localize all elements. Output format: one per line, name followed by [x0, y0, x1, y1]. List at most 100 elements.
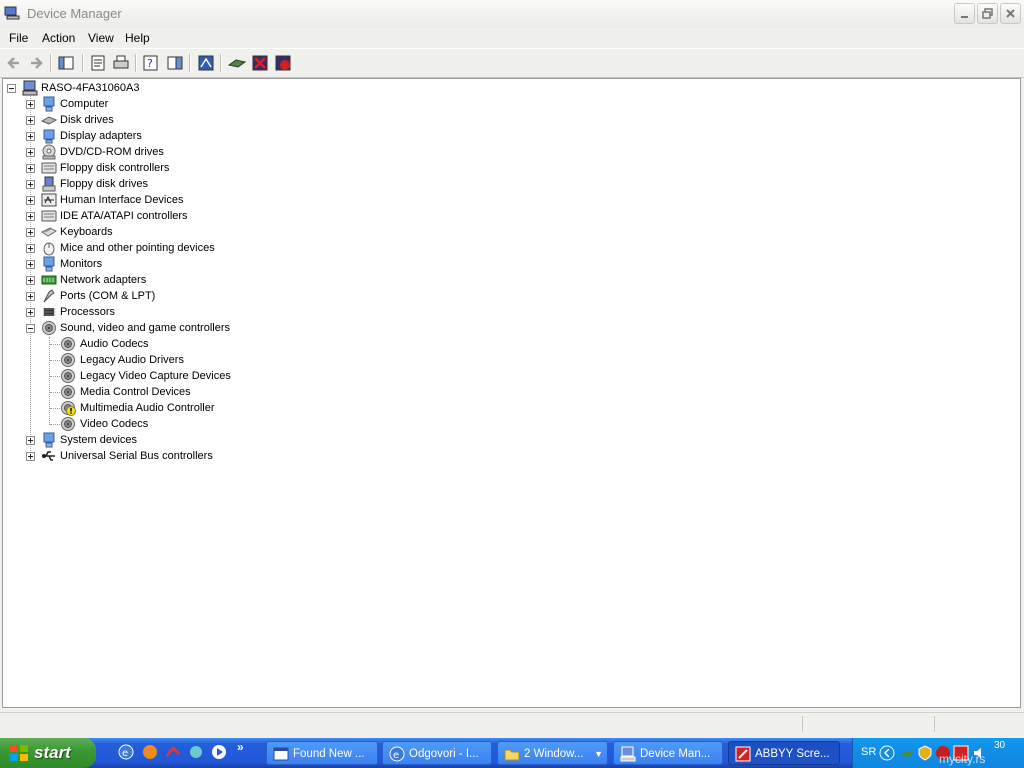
- tree-category[interactable]: Network adapters: [3, 272, 403, 288]
- tree-device[interactable]: Legacy Audio Drivers: [3, 352, 403, 368]
- tree-category[interactable]: Keyboards: [3, 224, 403, 240]
- expand-toggle[interactable]: [26, 292, 35, 301]
- menu-view[interactable]: View: [88, 31, 114, 45]
- expand-toggle[interactable]: [26, 132, 35, 141]
- ie-quicklaunch-icon[interactable]: e: [118, 744, 134, 760]
- task-device-manager[interactable]: Device Man...: [613, 741, 723, 765]
- expand-toggle[interactable]: [26, 116, 35, 125]
- tray-collapse-icon[interactable]: [879, 745, 895, 761]
- display-adapter-icon: [43, 129, 55, 144]
- tree-device[interactable]: Video Codecs: [3, 416, 403, 432]
- update-driver-icon[interactable]: [227, 53, 247, 73]
- expand-toggle[interactable]: [26, 436, 35, 445]
- expand-toggle[interactable]: [26, 244, 35, 253]
- tree-category[interactable]: Disk drives: [3, 112, 403, 128]
- expand-toggle[interactable]: [26, 180, 35, 189]
- tree-device-label: Legacy Audio Drivers: [80, 354, 184, 366]
- expand-toggle[interactable]: [26, 148, 35, 157]
- collapse-root-toggle[interactable]: [7, 84, 16, 93]
- media-quicklaunch-icon[interactable]: [165, 744, 181, 760]
- windows-logo-icon: [10, 745, 28, 761]
- start-label: start: [34, 743, 71, 762]
- expand-toggle[interactable]: [26, 196, 35, 205]
- taskbar: start e » Found New ... e Odgovori - I..…: [0, 738, 1024, 768]
- expand-toggle[interactable]: [26, 100, 35, 109]
- tree-category[interactable]: Universal Serial Bus controllers: [3, 448, 403, 464]
- expand-toggle[interactable]: [26, 276, 35, 285]
- print-icon[interactable]: [111, 53, 131, 73]
- tree-category[interactable]: Computer: [3, 96, 403, 112]
- security-shield-icon[interactable]: [917, 745, 933, 761]
- menu-action[interactable]: Action: [42, 31, 75, 45]
- task-found-new[interactable]: Found New ...: [266, 741, 378, 765]
- tree-category[interactable]: Human Interface Devices: [3, 192, 403, 208]
- warning-speaker-icon: [61, 401, 76, 416]
- restore-button[interactable]: [977, 3, 998, 24]
- speaker-icon: [61, 417, 75, 431]
- clock[interactable]: 30: [994, 740, 1005, 751]
- tree-category[interactable]: IDE ATA/ATAPI controllers: [3, 208, 403, 224]
- mouse-icon: [43, 242, 55, 256]
- tree-device[interactable]: Media Control Devices: [3, 384, 403, 400]
- language-indicator[interactable]: SR: [861, 746, 876, 758]
- speaker-icon: [42, 321, 56, 335]
- task-windows-group[interactable]: 2 Window... ▼: [497, 741, 608, 765]
- expand-toggle[interactable]: [26, 308, 35, 317]
- start-button[interactable]: start: [0, 738, 96, 768]
- uninstall-icon[interactable]: [250, 53, 270, 73]
- close-button[interactable]: [1000, 3, 1021, 24]
- back-arrow-icon[interactable]: [4, 53, 24, 73]
- controller-icon: [41, 210, 57, 222]
- expand-toggle[interactable]: [26, 228, 35, 237]
- ie-icon: e: [389, 746, 405, 762]
- tree-root[interactable]: RASO-4FA31060A3: [3, 80, 403, 96]
- menu-file[interactable]: File: [9, 31, 28, 45]
- task-abbyy[interactable]: ABBYY Scre...: [728, 741, 840, 765]
- properties-icon[interactable]: [88, 53, 108, 73]
- tree-category-label: IDE ATA/ATAPI controllers: [60, 210, 188, 222]
- tree-category[interactable]: Sound, video and game controllers: [3, 320, 403, 336]
- tree-device[interactable]: Multimedia Audio Controller: [3, 400, 403, 416]
- window-icon: [273, 747, 289, 761]
- messenger-quicklaunch-icon[interactable]: [188, 744, 204, 760]
- tree-category[interactable]: Monitors: [3, 256, 403, 272]
- tree-category[interactable]: Ports (COM & LPT): [3, 288, 403, 304]
- tree-device[interactable]: Legacy Video Capture Devices: [3, 368, 403, 384]
- tree-category[interactable]: System devices: [3, 432, 403, 448]
- tree-category-label: Mice and other pointing devices: [60, 242, 215, 254]
- expand-toggle[interactable]: [26, 260, 35, 269]
- scan-for-hardware-changes-icon[interactable]: [196, 53, 216, 73]
- tree-category[interactable]: Processors: [3, 304, 403, 320]
- speaker-icon: [61, 353, 75, 367]
- tree-device-label: Legacy Video Capture Devices: [80, 370, 231, 382]
- show-hide-console-tree-icon[interactable]: [56, 53, 76, 73]
- disable-icon[interactable]: [273, 53, 293, 73]
- tree-category-label: Network adapters: [60, 274, 147, 286]
- network-tray-icon[interactable]: [899, 745, 915, 761]
- tree-category[interactable]: Floppy disk controllers: [3, 160, 403, 176]
- collapse-toggle[interactable]: [26, 324, 35, 333]
- menu-help[interactable]: Help: [125, 31, 150, 45]
- controller-icon: [41, 162, 57, 174]
- tree-category[interactable]: Mice and other pointing devices: [3, 240, 403, 256]
- forward-arrow-icon[interactable]: [26, 53, 46, 73]
- quicklaunch-overflow-icon[interactable]: »: [237, 740, 244, 754]
- tree-device[interactable]: Audio Codecs: [3, 336, 403, 352]
- expand-toggle[interactable]: [26, 452, 35, 461]
- tree-category[interactable]: Display adapters: [3, 128, 403, 144]
- tree-category-label: Monitors: [60, 258, 103, 270]
- media-player-quicklaunch-icon[interactable]: [211, 744, 227, 760]
- device-manager-icon: [4, 6, 20, 20]
- help-icon[interactable]: ?: [141, 53, 161, 73]
- expand-toggle[interactable]: [26, 212, 35, 221]
- task-odgovori[interactable]: e Odgovori - I...: [382, 741, 492, 765]
- tree-category[interactable]: DVD/CD-ROM drives: [3, 144, 403, 160]
- tree-category[interactable]: Floppy disk drives: [3, 176, 403, 192]
- device-manager-window: Device Manager File Action View Help ? R…: [0, 0, 1024, 738]
- port-icon: [43, 289, 55, 303]
- minimize-button[interactable]: [954, 3, 975, 24]
- title-bar[interactable]: Device Manager: [0, 0, 1024, 29]
- firefox-quicklaunch-icon[interactable]: [142, 744, 158, 760]
- show-hide-action-pane-icon[interactable]: [165, 53, 185, 73]
- expand-toggle[interactable]: [26, 164, 35, 173]
